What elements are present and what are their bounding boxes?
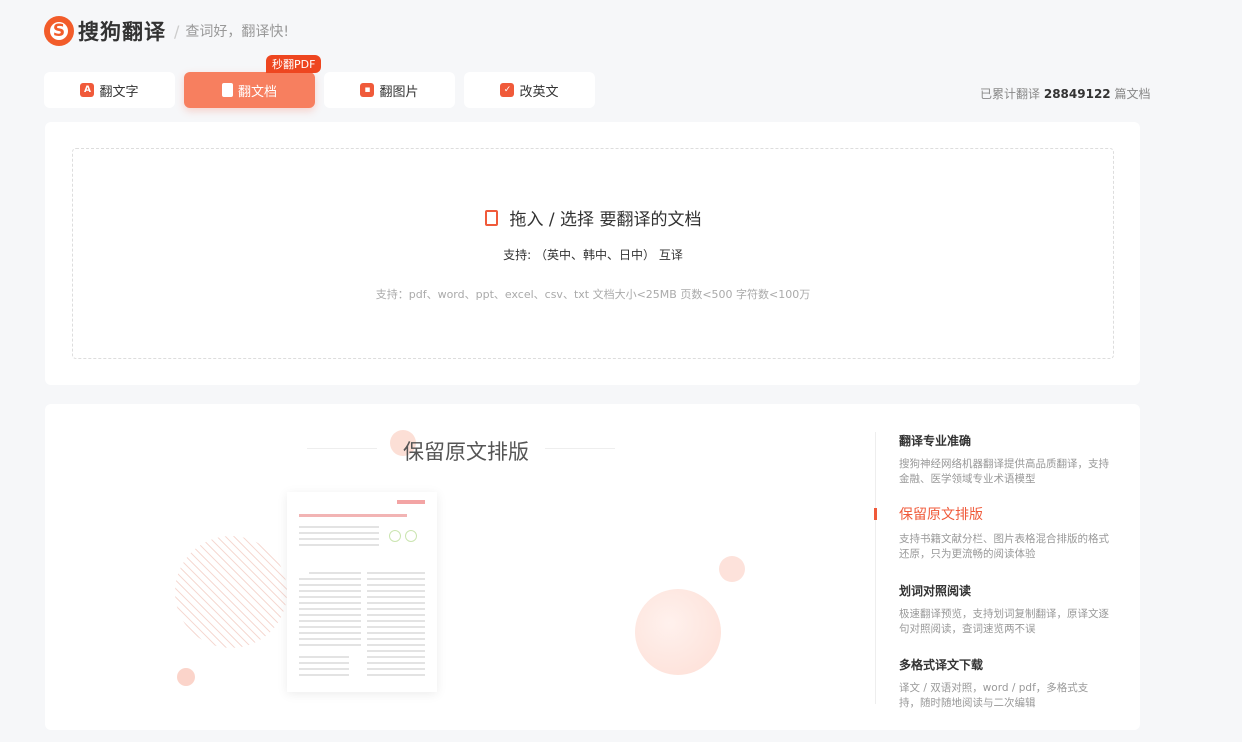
- decorative-dot: [177, 668, 195, 686]
- preview-text-line: [299, 638, 361, 640]
- feature-desc: 译文 / 双语对照，word / pdf，多格式支持，随时随地阅读与二次编辑: [899, 682, 1089, 709]
- preview-text-line: [299, 674, 349, 676]
- title-line-right: [545, 448, 615, 449]
- preview-text-line: [299, 526, 379, 528]
- preview-text-line: [367, 674, 425, 676]
- logo-text[interactable]: 搜狗翻译: [78, 16, 166, 46]
- preview-figure-icon: [405, 530, 417, 542]
- preview-text-line: [367, 620, 425, 622]
- tab-label: 翻文字: [99, 84, 139, 100]
- feature-item-layout[interactable]: 保留原文排版 支持书籍文献分栏、图片表格混合排版的格式还原，只为更流畅的阅读体验: [899, 504, 1109, 562]
- preview-text-line: [299, 614, 361, 616]
- preview-text-line: [299, 608, 361, 610]
- edit-check-icon: ✓: [500, 83, 515, 97]
- stats-count: 28849122: [1043, 87, 1111, 101]
- tab-label: 翻图片: [379, 84, 419, 100]
- preview-text-line: [299, 602, 361, 604]
- tab-edit-english[interactable]: ✓ 改英文: [464, 72, 595, 108]
- document-dropzone[interactable]: 拖入 / 选择 要翻译的文档 支持: （英中、韩中、日中） 互译 支持：pdf、…: [72, 148, 1114, 359]
- document-icon: [221, 83, 233, 97]
- preview-text-line: [367, 602, 425, 604]
- text-translate-icon: A: [80, 83, 95, 97]
- supported-languages: 支持: （英中、韩中、日中） 互译: [503, 248, 683, 262]
- slogan: 查词好，翻译快!: [185, 24, 290, 40]
- logo-letter: S: [52, 21, 66, 41]
- preview-text-line: [299, 578, 361, 580]
- preview-text-line: [299, 656, 349, 658]
- preview-text-line: [367, 584, 425, 586]
- preview-text-line: [367, 644, 425, 646]
- preview-header-bar: [397, 500, 425, 504]
- title-line-left: [307, 448, 377, 449]
- preview-text-line: [299, 584, 361, 586]
- sogou-logo-icon[interactable]: S: [44, 16, 74, 46]
- feature-item-accuracy[interactable]: 翻译专业准确 搜狗神经网络机器翻译提供高品质翻译，支持金融、医学领域专业术语模型: [899, 432, 1109, 487]
- decorative-dot: [719, 556, 745, 582]
- pdf-badge: 秒翻PDF: [266, 55, 322, 73]
- tab-translate-text[interactable]: A 翻文字: [44, 72, 175, 108]
- tab-label: 翻文档: [237, 84, 277, 100]
- preview-text-line: [367, 578, 425, 580]
- header: S 搜狗翻译 / 查词好，翻译快!: [44, 14, 289, 48]
- preview-text-line: [299, 596, 361, 598]
- preview-text-line: [367, 596, 425, 598]
- preview-text-line: [299, 590, 361, 592]
- slogan-separator: /: [174, 21, 180, 41]
- feature-showcase-card: 保留原文排版 翻译专业准确 搜狗神经网络机器翻译提供高品质翻译，支持金融、医学领…: [45, 404, 1140, 730]
- image-icon: ▪: [360, 83, 375, 97]
- preview-text-line: [299, 632, 361, 634]
- preview-text-line: [367, 650, 425, 652]
- dropzone-title-row[interactable]: 拖入 / 选择 要翻译的文档: [73, 205, 1113, 230]
- tab-label: 改英文: [519, 84, 559, 100]
- preview-text-line: [299, 626, 361, 628]
- preview-text-line: [299, 662, 349, 664]
- decorative-striped-circle: [175, 536, 287, 648]
- supported-formats-note: 支持：pdf、word、ppt、excel、csv、txt 文档大小<25MB …: [375, 288, 811, 301]
- preview-text-line: [367, 662, 425, 664]
- preview-text-line: [299, 620, 361, 622]
- showcase-title: 保留原文排版: [403, 440, 529, 464]
- preview-text-line: [299, 532, 379, 534]
- feature-desc: 支持书籍文献分栏、图片表格混合排版的格式还原，只为更流畅的阅读体验: [899, 533, 1109, 560]
- feature-list-divider: [875, 432, 876, 704]
- feature-title: 多格式译文下载: [899, 658, 984, 672]
- preview-text-line: [367, 572, 425, 574]
- feature-item-bilingual-reading[interactable]: 划词对照阅读 极速翻译预览，支持划词复制翻译，原译文逐句对照阅读，查词速览两不误: [899, 582, 1109, 637]
- preview-text-line: [367, 626, 425, 628]
- preview-text-line: [309, 572, 361, 574]
- preview-text-line: [299, 538, 379, 540]
- preview-text-line: [367, 608, 425, 610]
- preview-text-line: [299, 544, 379, 546]
- decorative-circle: [635, 589, 721, 675]
- tab-translate-image[interactable]: ▪ 翻图片: [324, 72, 455, 108]
- preview-text-line: [299, 644, 361, 646]
- feature-title: 翻译专业准确: [899, 434, 972, 448]
- preview-text-line: [367, 632, 425, 634]
- feature-desc: 搜狗神经网络机器翻译提供高品质翻译，支持金融、医学领域专业术语模型: [899, 458, 1109, 485]
- preview-figure-icon: [389, 530, 401, 542]
- tab-translate-document[interactable]: 秒翻PDF 翻文档: [184, 55, 322, 108]
- feature-title: 保留原文排版: [899, 507, 983, 523]
- file-icon: [484, 209, 498, 226]
- translation-stats: 已累计翻译 28849122 篇文档: [980, 85, 1150, 102]
- preview-text-line: [367, 668, 425, 670]
- feature-title: 划词对照阅读: [899, 584, 972, 598]
- stats-suffix: 篇文档: [1114, 87, 1151, 101]
- mode-tabs: A 翻文字 秒翻PDF 翻文档 ▪ 翻图片 ✓ 改英文: [44, 55, 595, 108]
- upload-card: 拖入 / 选择 要翻译的文档 支持: （英中、韩中、日中） 互译 支持：pdf、…: [45, 122, 1140, 385]
- preview-text-line: [367, 590, 425, 592]
- preview-title-line: [299, 514, 407, 517]
- preview-text-line: [367, 638, 425, 640]
- preview-text-line: [299, 668, 349, 670]
- stats-prefix: 已累计翻译: [980, 87, 1041, 101]
- document-preview-image: [287, 492, 437, 692]
- feature-desc: 极速翻译预览，支持划词复制翻译，原译文逐句对照阅读，查词速览两不误: [899, 608, 1109, 635]
- preview-text-line: [367, 614, 425, 616]
- dropzone-title[interactable]: 拖入 / 选择 要翻译的文档: [510, 205, 702, 230]
- feature-item-download[interactable]: 多格式译文下载 译文 / 双语对照，word / pdf，多格式支持，随时随地阅…: [899, 656, 1109, 711]
- preview-text-line: [367, 656, 425, 658]
- active-feature-indicator: [874, 508, 877, 520]
